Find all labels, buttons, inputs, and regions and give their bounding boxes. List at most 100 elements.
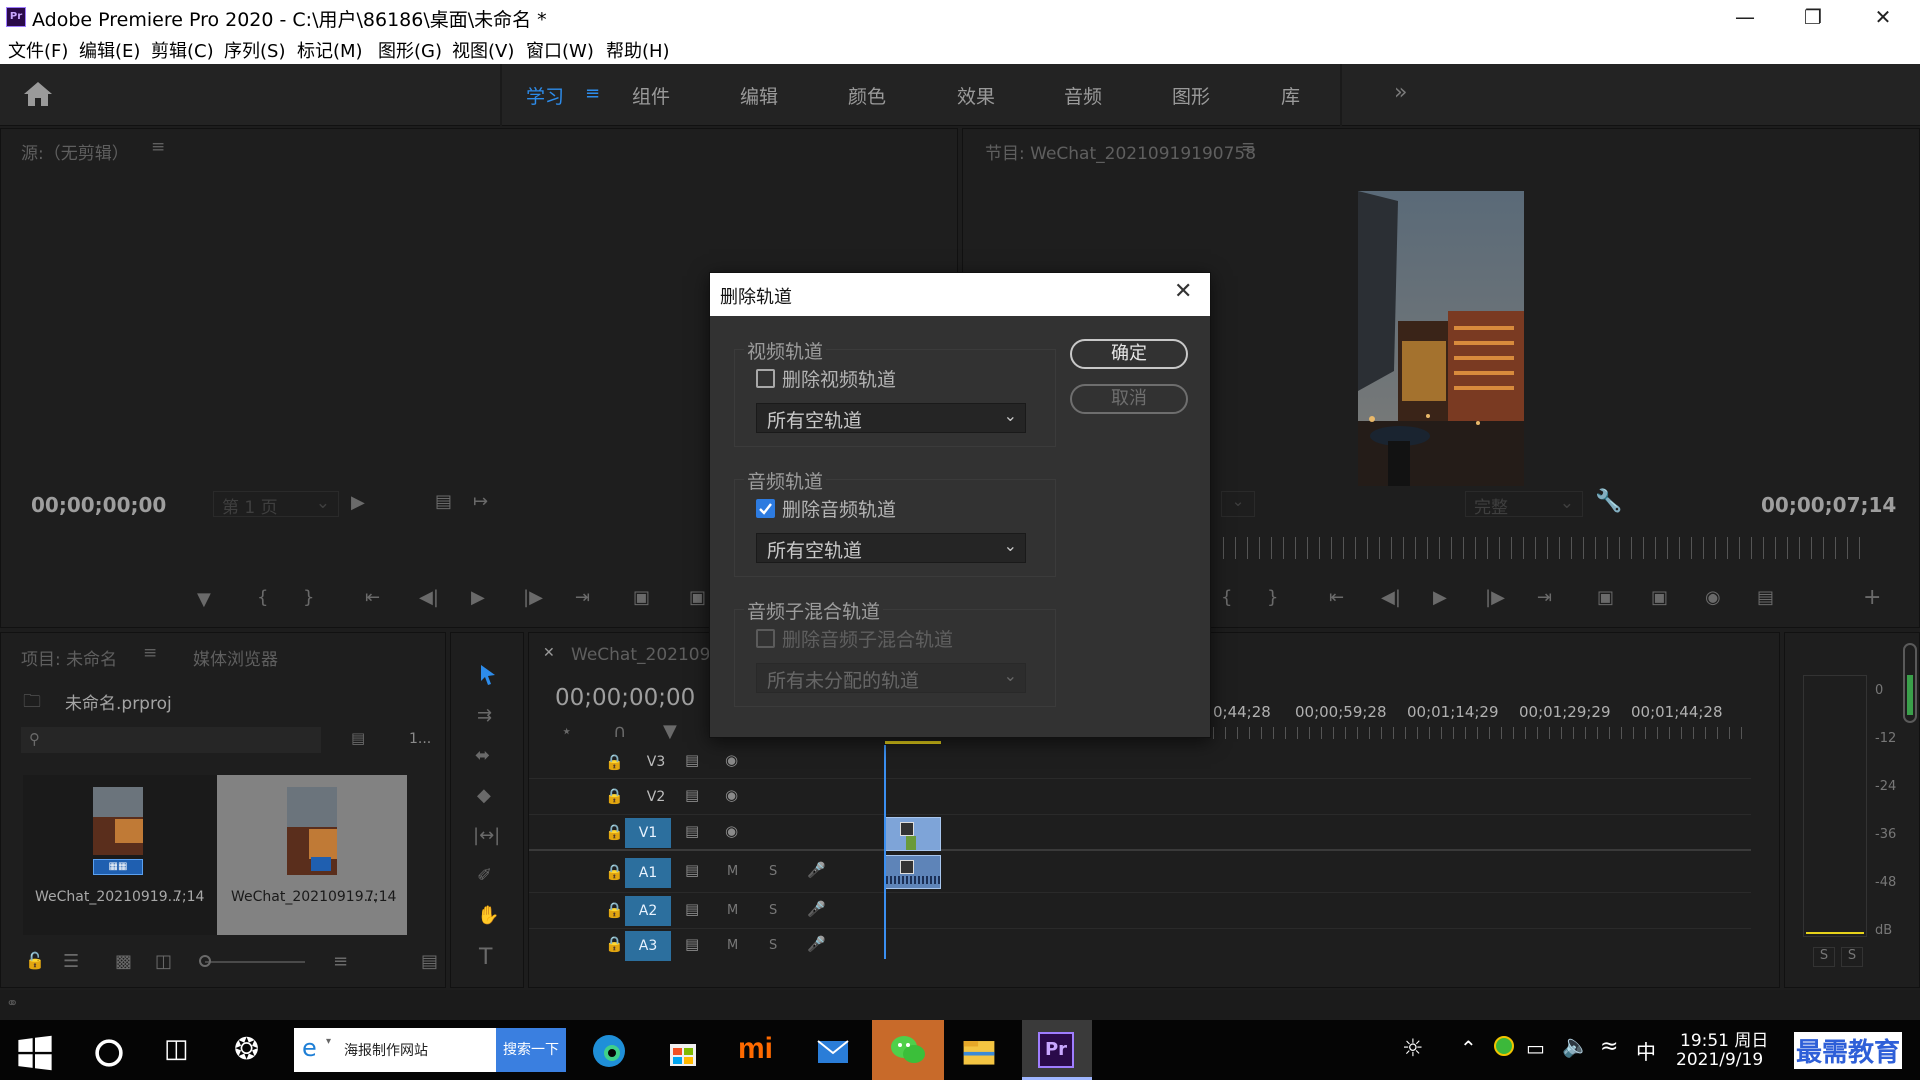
mute-button[interactable]: M [727, 903, 738, 918]
ripple-edit-tool-icon[interactable]: ⬌ [475, 745, 490, 766]
mute-button[interactable]: M [727, 938, 738, 953]
razor-tool-icon[interactable]: ◆ [477, 785, 491, 806]
track-label-a1[interactable]: A1 [625, 858, 671, 888]
play-icon[interactable]: ▶ [1433, 587, 1447, 608]
slip-tool-icon[interactable]: |↔| [473, 825, 500, 846]
submix-track-select[interactable]: 所有未分配的轨道 ⌄ [756, 663, 1026, 693]
lock-icon[interactable]: 🔒 [605, 787, 624, 805]
tab-assembly[interactable]: 组件 [632, 82, 670, 109]
audio-clip[interactable] [885, 855, 941, 889]
film-icon[interactable]: ▤ [685, 822, 699, 840]
microphone-icon[interactable]: 🎤 [807, 935, 826, 953]
clock-date[interactable]: 2021/9/19 [1676, 1050, 1763, 1070]
zoom-slider-handle[interactable] [199, 955, 211, 967]
export-frame-icon[interactable]: ▤ [435, 491, 452, 512]
menu-file[interactable]: 文件(F) [8, 37, 68, 63]
panel-menu-icon[interactable]: ≡ [151, 137, 165, 157]
selection-tool-icon[interactable] [477, 663, 499, 687]
overwrite-icon[interactable]: ▣ [689, 587, 706, 608]
mi-icon[interactable]: mi [738, 1032, 773, 1066]
sequence-tab[interactable]: WeChat_20210919 [571, 645, 732, 665]
go-to-in-icon[interactable]: ⇤ [365, 587, 380, 608]
lock-icon[interactable]: 🔒 [605, 753, 624, 771]
ime-indicator[interactable]: 中 [1636, 1036, 1656, 1065]
mute-button[interactable]: M [727, 864, 738, 879]
search-button[interactable]: 搜索一下 [496, 1028, 566, 1072]
wechat-taskbar-button[interactable] [872, 1020, 944, 1080]
dialog-close-icon[interactable]: ✕ [1174, 279, 1192, 304]
restore-button[interactable]: ❐ [1778, 0, 1848, 34]
timeline-timecode[interactable]: 00;00;00;00 [555, 685, 695, 711]
icon-view-icon[interactable]: ▩ [115, 951, 132, 972]
add-button-icon[interactable]: + [1863, 585, 1881, 610]
tab-learning[interactable]: 学习 [526, 82, 564, 109]
new-bin-icon[interactable]: ▤ [351, 729, 365, 747]
close-button[interactable]: ✕ [1848, 0, 1918, 34]
panel-menu-icon[interactable]: ≡ [143, 643, 157, 663]
lock-icon[interactable]: 🔒 [605, 935, 624, 953]
close-tab-icon[interactable]: ✕ [543, 645, 555, 661]
track-select-tool-icon[interactable]: ⇉ [477, 705, 492, 726]
solo-right-button[interactable]: S [1841, 947, 1863, 967]
lock-icon[interactable]: 🔒 [605, 863, 624, 881]
go-to-out-icon[interactable]: ⇥ [1537, 587, 1552, 608]
video-track-select[interactable]: 所有空轨道 ⌄ [756, 403, 1026, 433]
app-swirl-icon[interactable]: ❂ [234, 1032, 259, 1067]
page-select[interactable]: 第 1 页 ⌄ [213, 491, 339, 518]
edge-icon[interactable] [590, 1032, 628, 1070]
snap-icon[interactable]: ⋆ [561, 721, 572, 742]
quality-select[interactable]: 完整 ⌄ [1465, 491, 1583, 518]
track-label-v3[interactable]: V3 [633, 747, 679, 777]
delete-audio-checkbox[interactable] [756, 499, 775, 518]
task-view-icon[interactable]: ◫ [164, 1034, 189, 1064]
tab-editing[interactable]: 编辑 [740, 82, 778, 109]
program-timecode[interactable]: 00;00;07;14 [1761, 493, 1896, 517]
solo-button[interactable]: S [769, 938, 777, 953]
chevron-up-icon[interactable]: ⌃ [1460, 1036, 1477, 1060]
step-back-icon[interactable]: ◀| [419, 587, 439, 608]
mark-in-icon[interactable]: { [1221, 587, 1232, 608]
lock-icon[interactable]: 🔒 [605, 823, 624, 841]
tab-libraries[interactable]: 库 [1281, 82, 1300, 109]
cancel-button[interactable]: 取消 [1070, 384, 1188, 414]
mail-icon[interactable] [814, 1032, 852, 1070]
chevron-right-icon[interactable]: » [1394, 80, 1407, 105]
pen-tool-icon[interactable]: ✐ [477, 865, 492, 886]
scroll-thumb[interactable] [1907, 675, 1913, 715]
tab-color[interactable]: 颜色 [848, 82, 886, 109]
panel-menu-icon[interactable]: ≡ [1241, 137, 1255, 157]
lift-icon[interactable]: ▣ [1597, 587, 1614, 608]
menu-sequence[interactable]: 序列(S) [224, 37, 285, 63]
hand-tool-icon[interactable]: ✋ [477, 905, 499, 926]
playhead[interactable] [884, 745, 886, 959]
source-timecode[interactable]: 00;00;00;00 [31, 493, 166, 517]
minimize-button[interactable]: — [1710, 0, 1780, 34]
linked-selection-icon[interactable]: ∩ [613, 721, 626, 742]
delete-submix-checkbox[interactable] [756, 629, 775, 648]
step-forward-icon[interactable]: |▶ [1485, 587, 1505, 608]
fit-select[interactable]: ⌄ [1221, 491, 1255, 517]
menu-view[interactable]: 视图(V) [452, 37, 514, 63]
tab-effects[interactable]: 效果 [957, 82, 995, 109]
compare-icon[interactable]: ▤ [1757, 587, 1774, 608]
marker-icon[interactable]: ▼ [197, 589, 211, 610]
tab-graphics[interactable]: 图形 [1172, 82, 1210, 109]
type-tool-icon[interactable]: T [479, 945, 492, 970]
automate-icon[interactable]: ▤ [421, 951, 438, 972]
settings-icon[interactable]: ↦ [473, 491, 488, 512]
track-label-v2[interactable]: V2 [633, 782, 679, 812]
microphone-icon[interactable]: 🎤 [807, 900, 826, 918]
project-item-selected[interactable]: WeChat_20210919... 7;14 [217, 775, 407, 935]
track-label-a2[interactable]: A2 [625, 896, 671, 926]
microphone-icon[interactable]: 🎤 [807, 861, 826, 879]
eye-icon[interactable]: ◉ [725, 786, 738, 804]
search-box[interactable]: e ▾ 海报制作网站 [294, 1028, 496, 1072]
media-browser-tab[interactable]: 媒体浏览器 [193, 645, 278, 670]
timeline-ruler[interactable] [1213, 727, 1753, 739]
security-tray-icon[interactable] [1494, 1036, 1514, 1056]
project-search-input[interactable]: ⚲ [21, 727, 321, 753]
clock-time[interactable]: 19:51 周日 [1680, 1026, 1768, 1051]
menu-clip[interactable]: 剪辑(C) [151, 37, 214, 63]
freeform-view-icon[interactable]: ◫ [155, 951, 172, 972]
sync-lock-icon[interactable]: ▤ [685, 900, 699, 918]
